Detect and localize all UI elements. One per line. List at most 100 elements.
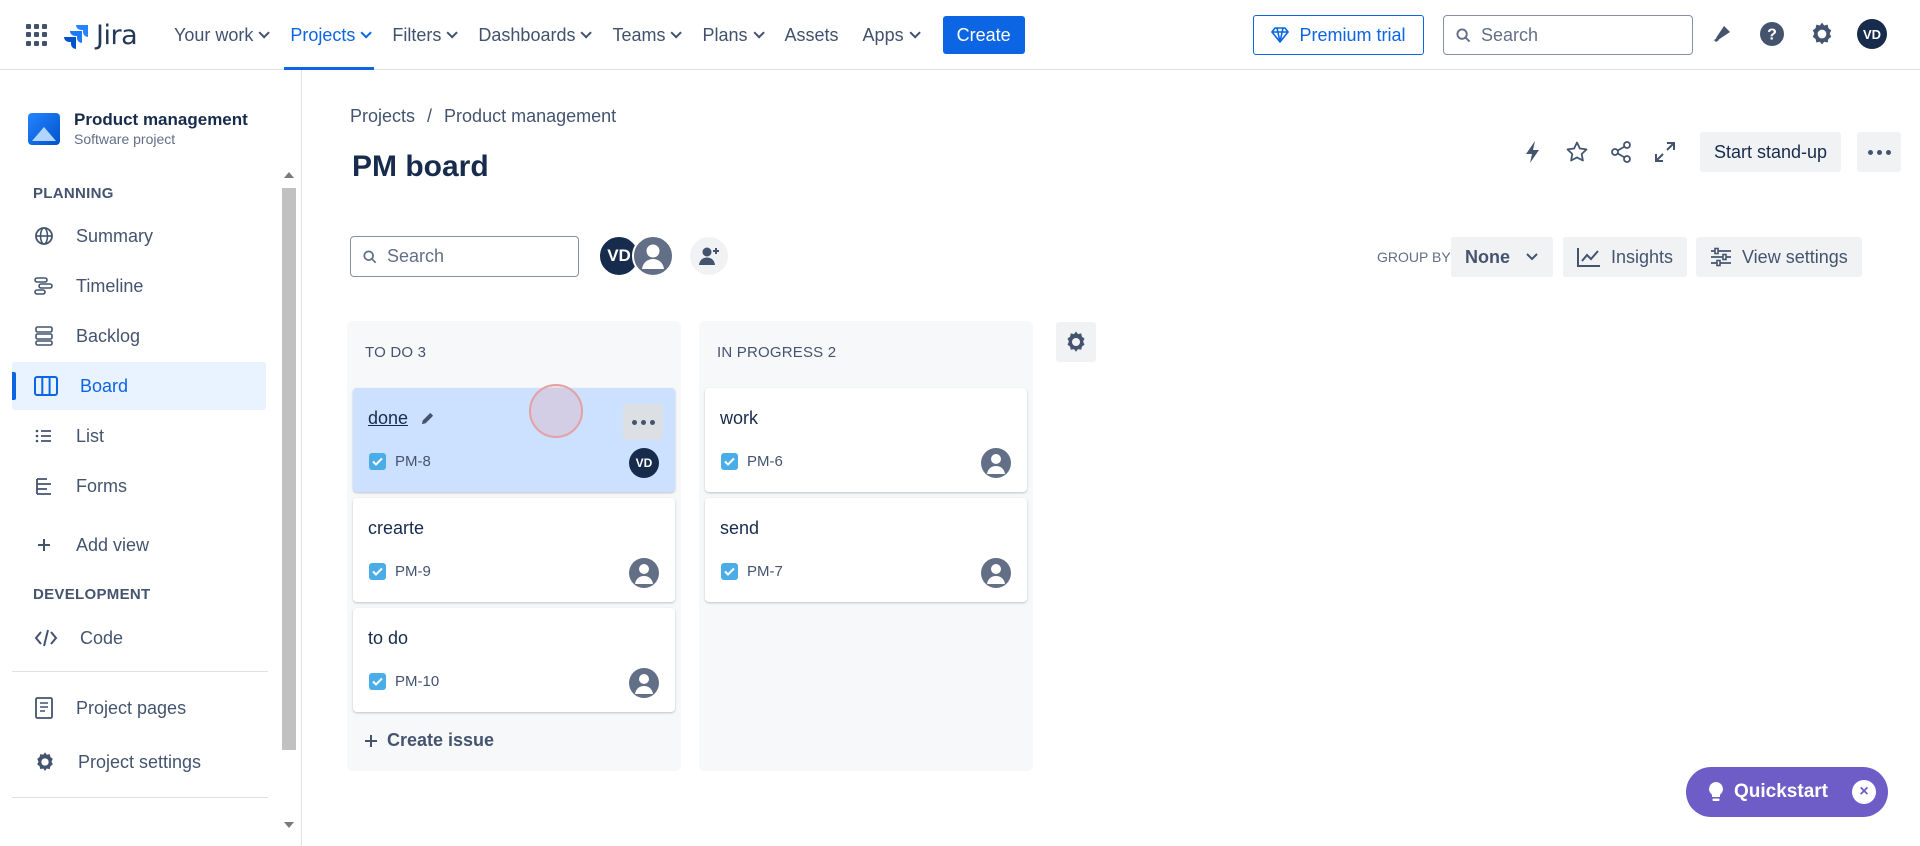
backlog-icon — [35, 326, 53, 346]
card-key-text: PM-9 — [395, 563, 431, 580]
nav-plans[interactable]: Plans — [690, 0, 772, 70]
chevron-down-icon — [446, 27, 459, 39]
sidebar-item-project-settings[interactable]: Project settings — [12, 738, 266, 786]
scroll-up-arrow-icon[interactable] — [284, 172, 294, 178]
card-summary-text: send — [720, 518, 760, 538]
sidebar-item-code[interactable]: Code — [12, 614, 266, 662]
nav-your-work[interactable]: Your work — [162, 0, 278, 70]
card-summary-text: work — [720, 408, 759, 428]
list-icon — [35, 429, 51, 443]
header-actions: Start stand-up — [1516, 132, 1902, 172]
group-by-label: GROUP BY — [1377, 249, 1451, 265]
sidebar-item-project-pages[interactable]: Project pages — [12, 684, 266, 732]
unassigned-avatar-icon[interactable] — [629, 668, 659, 698]
sidebar-item-label: Summary — [76, 225, 154, 246]
global-search-input[interactable] — [1481, 24, 1671, 46]
issue-card[interactable]: send PM-7 — [705, 498, 1027, 602]
unassigned-avatar-icon[interactable] — [629, 558, 659, 588]
notifications-icon[interactable] — [1706, 18, 1738, 50]
quickstart-button[interactable]: Quickstart × — [1686, 767, 1888, 817]
quickstart-label: Quickstart — [1734, 781, 1828, 802]
premium-trial-label: Premium trial — [1299, 24, 1406, 45]
project-name: Product management — [74, 110, 248, 129]
sidebar-item-timeline[interactable]: Timeline — [12, 262, 266, 310]
unassigned-avatar-icon[interactable] — [981, 448, 1011, 478]
edit-pencil-icon[interactable] — [420, 411, 435, 426]
sidebar-item-add-view[interactable]: Add view — [12, 521, 266, 569]
card-key: PM-6 — [721, 453, 783, 470]
issue-card[interactable]: crearte PM-9 — [353, 498, 675, 602]
add-people-button[interactable] — [688, 235, 730, 277]
global-search[interactable] — [1443, 15, 1693, 55]
card-summary: send — [720, 518, 759, 539]
card-key-text: PM-7 — [747, 563, 783, 580]
sidebar-item-label: Project pages — [76, 697, 187, 718]
star-icon[interactable] — [1560, 135, 1594, 169]
user-icon — [642, 244, 664, 269]
profile-avatar[interactable]: VD — [1856, 18, 1888, 50]
chevron-down-icon — [1526, 253, 1538, 261]
nav-filters-label: Filters — [392, 24, 442, 45]
sidebar-item-summary[interactable]: Summary — [12, 212, 266, 260]
card-key: PM-7 — [721, 563, 783, 580]
nav-filters[interactable]: Filters — [380, 0, 466, 70]
app-switcher-icon[interactable] — [26, 24, 48, 46]
board-icon — [34, 376, 58, 396]
sidebar-item-backlog[interactable]: Backlog — [12, 312, 266, 360]
sidebar-item-board[interactable]: Board — [12, 362, 266, 410]
sidebar-scrollbar[interactable] — [280, 168, 298, 828]
jira-logo[interactable]: Jira — [64, 20, 138, 51]
view-settings-button[interactable]: View settings — [1696, 237, 1862, 277]
unassigned-avatar[interactable] — [632, 235, 674, 277]
more-actions-button[interactable] — [1857, 132, 1902, 172]
task-checkbox-icon — [721, 563, 738, 580]
breadcrumb-projects[interactable]: Projects — [350, 106, 415, 127]
issue-card[interactable]: done PM-8 VD — [353, 388, 675, 492]
premium-trial-button[interactable]: Premium trial — [1253, 15, 1424, 55]
breadcrumb-product-management[interactable]: Product management — [444, 106, 616, 127]
help-icon[interactable]: ? — [1756, 18, 1788, 50]
nav-apps[interactable]: Apps — [851, 0, 929, 70]
column-settings-gear-icon[interactable] — [1056, 322, 1096, 362]
group-by-select[interactable]: None — [1451, 237, 1553, 277]
start-standup-button[interactable]: Start stand-up — [1700, 132, 1842, 172]
card-summary: crearte — [368, 518, 424, 539]
fullscreen-expand-icon[interactable] — [1648, 135, 1682, 169]
scroll-down-arrow-icon[interactable] — [284, 822, 294, 828]
card-summary-text[interactable]: done — [368, 408, 408, 429]
automation-lightning-icon[interactable] — [1516, 135, 1550, 169]
project-sidebar: Product management Software project PLAN… — [0, 70, 302, 846]
chevron-down-icon — [258, 27, 271, 39]
create-button[interactable]: Create — [942, 16, 1025, 54]
nav-items: Your work Projects Filters Dashboards Te… — [162, 0, 1025, 70]
card-key: PM-8 — [369, 453, 431, 470]
board-search-input[interactable] — [387, 246, 557, 267]
settings-gear-icon[interactable] — [1806, 18, 1838, 50]
sidebar-item-list[interactable]: List — [12, 412, 266, 460]
project-header[interactable]: Product management Software project — [28, 110, 248, 147]
create-issue-button[interactable]: Create issue — [363, 730, 494, 751]
nav-teams[interactable]: Teams — [600, 0, 690, 70]
card-more-actions-button[interactable] — [623, 404, 663, 440]
share-icon[interactable] — [1604, 135, 1638, 169]
search-icon — [1456, 27, 1471, 42]
card-summary-text: to do — [368, 628, 409, 648]
sidebar-item-label: Backlog — [76, 325, 141, 346]
unassigned-avatar-icon[interactable] — [981, 558, 1011, 588]
card-summary: work — [720, 408, 758, 429]
nav-projects[interactable]: Projects — [278, 0, 380, 70]
issue-card[interactable]: to do PM-10 — [353, 608, 675, 712]
close-icon[interactable]: × — [1852, 780, 1876, 804]
nav-teams-label: Teams — [612, 24, 666, 45]
insights-button[interactable]: Insights — [1563, 237, 1688, 277]
nav-assets-label: Assets — [784, 24, 839, 45]
card-assignee-avatar[interactable]: VD — [629, 448, 659, 478]
sidebar-item-forms[interactable]: Forms — [12, 462, 266, 510]
board-search[interactable] — [350, 236, 579, 277]
nav-assets[interactable]: Assets — [773, 0, 851, 70]
scrollbar-thumb[interactable] — [282, 188, 296, 750]
nav-dashboards[interactable]: Dashboards — [466, 0, 600, 70]
nav-your-work-label: Your work — [174, 24, 254, 45]
issue-card[interactable]: work PM-6 — [705, 388, 1027, 492]
sliders-icon — [1711, 247, 1731, 267]
